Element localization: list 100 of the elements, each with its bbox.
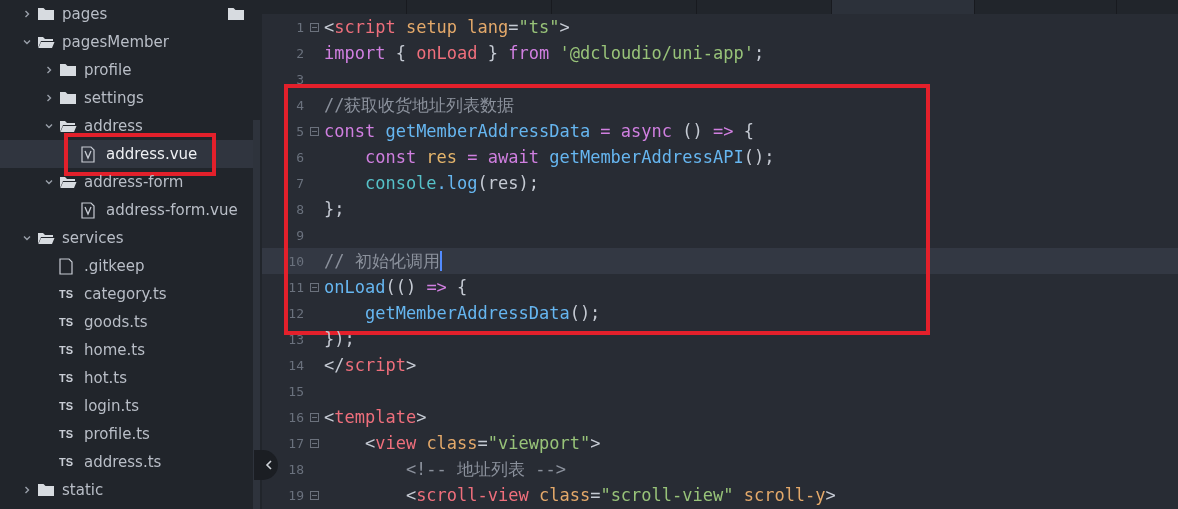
tree-item[interactable]: address [0, 112, 253, 140]
file-name: static [62, 481, 104, 499]
line-number: 8 [295, 201, 304, 217]
code-line: import { onLoad } from '@dcloudio/uni-app'; [324, 43, 765, 63]
code-line: // 初始化调用 [324, 249, 440, 273]
line-number: 13 [287, 331, 304, 347]
vue-file-icon [81, 145, 95, 163]
tree-item[interactable]: services [0, 224, 253, 252]
line-number: 4 [295, 97, 304, 113]
line-number: 11 [287, 279, 304, 295]
tree-item[interactable]: TS category.ts [0, 280, 253, 308]
typescript-file-icon: TS [59, 372, 74, 384]
tree-item[interactable]: TS login.ts [0, 392, 253, 420]
line-number: 15 [287, 383, 304, 399]
fold-icon[interactable] [309, 490, 319, 500]
code-line: <!-- 地址列表 --> [404, 457, 566, 481]
code-line: const res = await getMemberAddressAPI(); [363, 147, 775, 167]
line-number: 5 [295, 123, 304, 139]
code-line: getMemberAddressData(); [363, 303, 601, 323]
file-name: address.ts [84, 453, 162, 471]
folder-icon [59, 63, 77, 77]
typescript-file-icon: TS [59, 316, 74, 328]
scrollbar[interactable] [253, 120, 260, 509]
file-name: hot.ts [84, 369, 128, 387]
code-line: console.log(res); [363, 173, 539, 193]
fold-icon[interactable] [309, 282, 319, 292]
open-folder-icon [59, 119, 77, 133]
line-number: 12 [287, 305, 304, 321]
code-line: <view class="viewport"> [363, 433, 601, 453]
file-name: address-form [84, 173, 184, 191]
line-number: 10 [287, 253, 304, 269]
editor-tab[interactable] [832, 0, 975, 14]
tree-item[interactable]: profile [0, 56, 253, 84]
text-cursor [439, 251, 442, 271]
fold-icon[interactable] [309, 412, 319, 422]
file-name: settings [84, 89, 144, 107]
line-number: 16 [287, 409, 304, 425]
folder-icon [37, 7, 55, 21]
editor-tab[interactable] [697, 0, 832, 14]
tree-item[interactable]: TS home.ts [0, 336, 253, 364]
open-folder-icon [37, 231, 55, 245]
line-number: 3 [295, 71, 304, 87]
line-number: 17 [287, 435, 304, 451]
code-line: onLoad(() => { [324, 277, 468, 297]
tree-item[interactable]: TS hot.ts [0, 364, 253, 392]
typescript-file-icon: TS [59, 400, 74, 412]
file-name: address-form.vue [106, 201, 238, 219]
tree-item[interactable]: address-form [0, 168, 253, 196]
file-name: address [84, 117, 143, 135]
tree-item[interactable]: static [0, 476, 253, 504]
code-line: //获取收货地址列表数据 [324, 93, 515, 117]
line-number: 2 [295, 45, 304, 61]
line-number: 9 [295, 227, 304, 243]
tree-item[interactable]: TS profile.ts [0, 420, 253, 448]
folder-icon [227, 7, 245, 21]
code-line: </script> [324, 355, 417, 375]
file-name: category.ts [84, 285, 167, 303]
tree-item[interactable]: TS goods.ts [0, 308, 253, 336]
tree-item[interactable]: address-form.vue [0, 196, 253, 224]
code-line: }); [324, 329, 355, 349]
fold-icon[interactable] [309, 22, 319, 32]
chevron-left-icon [265, 460, 273, 470]
tree-item[interactable]: TS address.ts [0, 448, 253, 476]
open-folder-icon [37, 35, 55, 49]
line-number: 14 [287, 357, 304, 373]
tree-item[interactable]: pages [0, 0, 253, 28]
tree-item[interactable]: .gitkeep [0, 252, 253, 280]
tree-item[interactable]: pagesMember [0, 28, 253, 56]
typescript-file-icon: TS [59, 288, 74, 300]
file-name: .gitkeep [84, 257, 145, 275]
line-number: 19 [287, 487, 304, 503]
file-icon [59, 257, 73, 275]
fold-icon[interactable] [309, 438, 319, 448]
folder-icon [59, 91, 77, 105]
typescript-file-icon: TS [59, 456, 74, 468]
code-line: <script setup lang="ts"> [324, 17, 570, 37]
folder-icon [37, 483, 55, 497]
tree-item[interactable]: address.vue [0, 140, 253, 168]
line-number: 1 [295, 19, 304, 35]
code-line: }; [324, 199, 345, 219]
vue-file-icon [81, 201, 95, 219]
code-line: <scroll-view class="scroll-view" scroll-y> [404, 485, 836, 505]
file-name: home.ts [84, 341, 145, 359]
file-name: goods.ts [84, 313, 148, 331]
tree-item[interactable]: settings [0, 84, 253, 112]
typescript-file-icon: TS [59, 428, 74, 440]
typescript-file-icon: TS [59, 344, 74, 356]
file-name: address.vue [106, 145, 198, 163]
file-name: pages [62, 5, 108, 23]
code-line: <template> [324, 407, 427, 427]
line-number: 6 [295, 149, 304, 165]
open-folder-icon [59, 175, 77, 189]
collapse-button[interactable] [254, 450, 278, 480]
file-name: profile [84, 61, 132, 79]
editor-tab[interactable] [975, 0, 1117, 14]
file-name: services [62, 229, 124, 247]
fold-icon[interactable] [309, 126, 319, 136]
line-number: 18 [287, 461, 304, 477]
file-name: login.ts [84, 397, 139, 415]
line-number: 7 [295, 175, 304, 191]
